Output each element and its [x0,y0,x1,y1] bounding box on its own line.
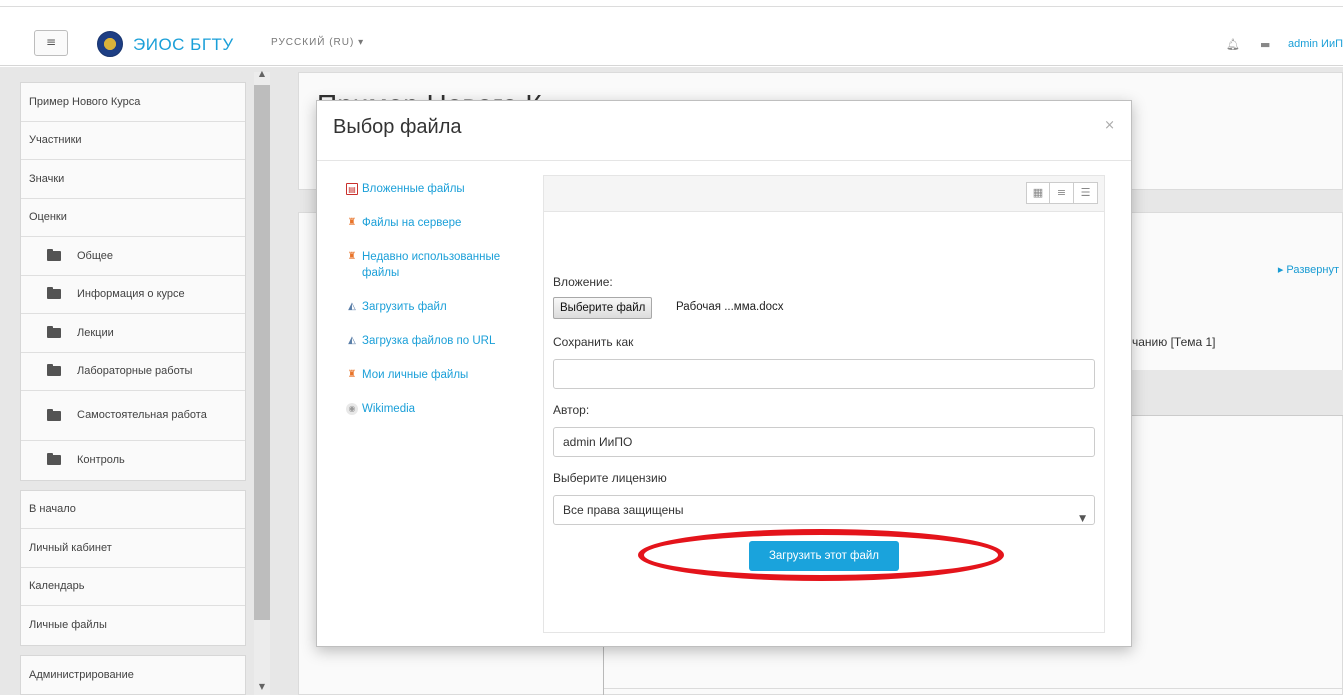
language-menu[interactable]: РУССКИЙ (RU) ▾ [271,37,364,48]
repo-label: Загрузить файл [362,301,447,313]
top-navbar: ≡ ЭИОС БГТУ РУССКИЙ (RU) ▾ 🔔︎ ▬ admin Ии… [0,8,1343,66]
repo-recent-files[interactable]: ♜ Недавно использованные файлы [346,249,526,281]
recent-icon: ♜ [347,251,357,262]
chevron-down-icon: ▼ [1079,514,1086,524]
save-as-label: Сохранить как [553,335,634,349]
license-select[interactable]: Все права защищены ▼ [553,495,1095,525]
browser-top-edge [0,0,1343,7]
close-icon[interactable]: × [1104,118,1115,133]
icons-view-icon[interactable]: ▦ [1026,182,1050,204]
hamburger-icon[interactable]: ≡ [34,30,68,56]
dialog-title: Выбор файла [333,116,462,138]
list-view-icon[interactable]: ≡ [1050,182,1074,204]
repo-upload-file[interactable]: ◭ Загрузить файл [346,299,526,315]
repo-private-files[interactable]: ♜ Мои личные файлы [346,367,526,383]
repo-label: Загрузка файлов по URL [362,335,496,347]
file-icon: ▤ [346,183,358,195]
license-select-value: Все права защищены [563,503,684,517]
private-files-icon: ♜ [347,369,357,380]
repo-label: Вложенные файлы [362,183,465,195]
repo-attached-files[interactable]: ▤ Вложенные файлы [346,181,526,197]
messages-icon[interactable]: ▬ [1260,38,1272,51]
notifications-icon[interactable]: 🔔︎ [1226,38,1240,51]
user-menu[interactable]: admin ИиП [1288,38,1343,50]
repo-wikimedia[interactable]: ◉ Wikimedia [346,401,526,417]
repo-label: Wikimedia [362,403,416,415]
license-label: Выберите лицензию [553,471,667,485]
author-label: Автор: [553,403,590,417]
attachment-label: Вложение: [553,275,613,289]
repository-list: ▤ Вложенные файлы ♜ Файлы на сервере ♜ Неда… [346,181,526,435]
repo-label: Недавно использованные файлы [362,251,501,279]
repo-url-download[interactable]: ◭ Загрузка файлов по URL [346,333,526,349]
highlight-annotation-ellipse [638,529,1004,581]
view-mode-switcher: ▦ ≡ ☰ [1026,182,1098,204]
site-logo[interactable] [97,31,123,57]
save-as-input[interactable] [553,359,1095,389]
repo-label: Файлы на сервере [362,217,462,229]
author-input[interactable]: admin ИиПО [553,427,1095,457]
chosen-file-name: Рабочая ...мма.docx [676,301,784,313]
choose-file-button[interactable]: Выберите файл [553,297,653,319]
file-picker-toolbar: ▦ ≡ ☰ [544,176,1104,212]
url-upload-icon: ◭ [348,335,356,346]
tree-view-icon[interactable]: ☰ [1074,182,1098,204]
server-icon: ♜ [347,217,357,228]
repo-server-files[interactable]: ♜ Файлы на сервере [346,215,526,231]
upload-icon: ◭ [348,301,356,312]
divider [317,160,1131,161]
repo-label: Мои личные файлы [362,369,469,381]
wikimedia-icon: ◉ [346,403,358,415]
site-name[interactable]: ЭИОС БГТУ [133,35,234,55]
user-menu-area: 🔔︎ ▬ admin ИиП [1226,34,1343,54]
